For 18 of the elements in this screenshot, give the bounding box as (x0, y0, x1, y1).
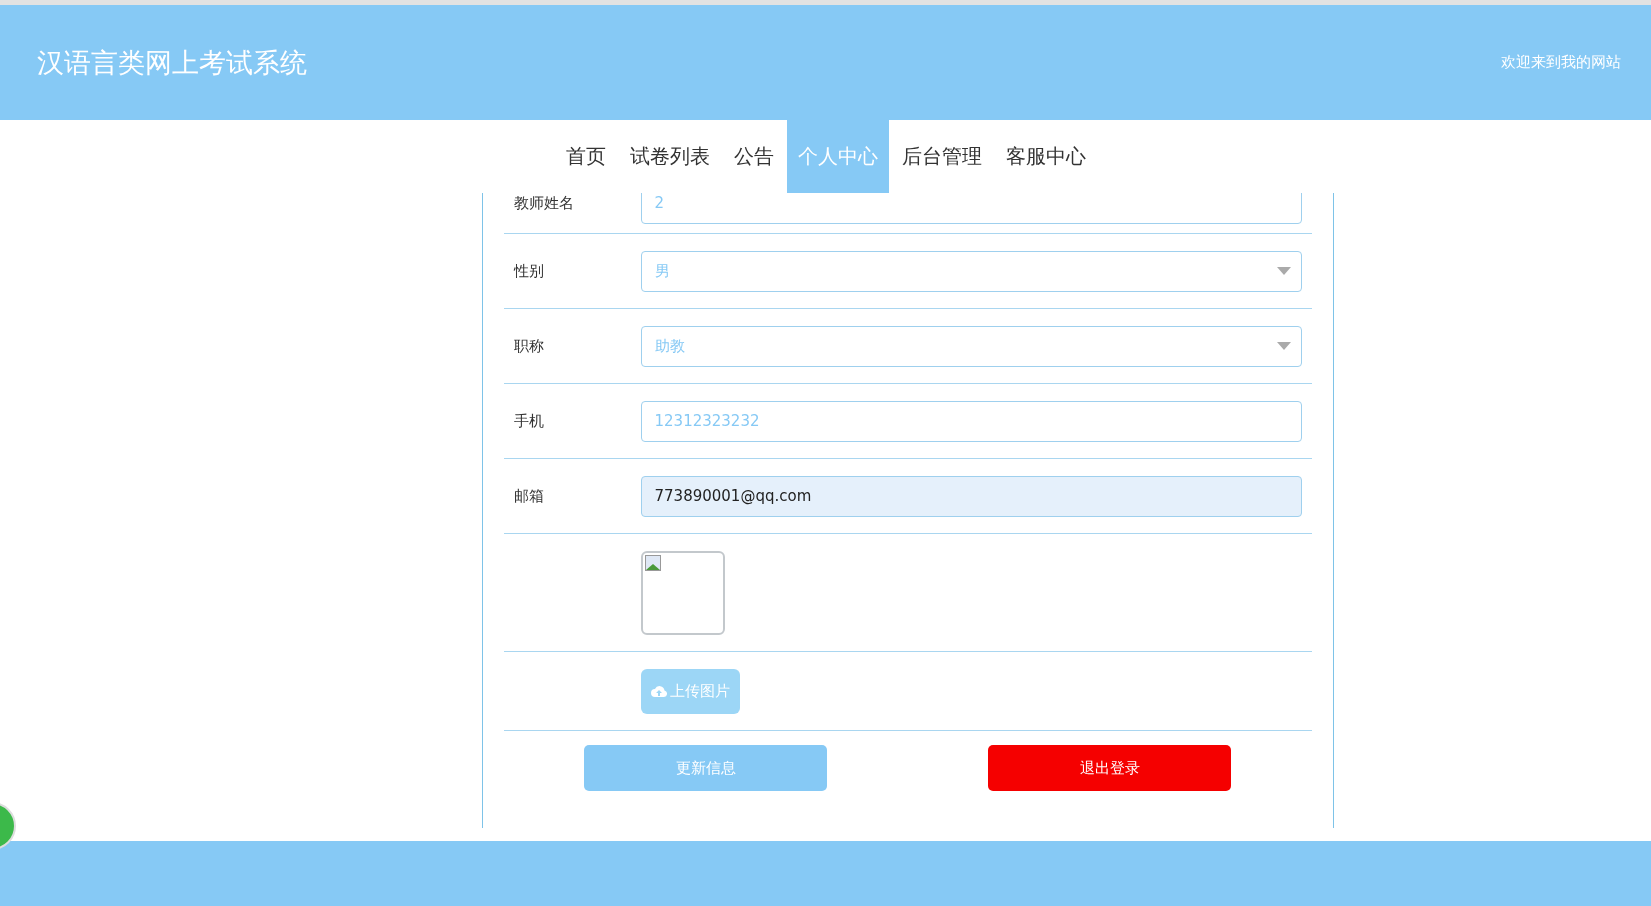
cloud-upload-icon (650, 685, 667, 697)
broken-image-icon (644, 554, 661, 571)
field-label: 性别 (512, 261, 545, 281)
nav-tab[interactable]: 公告 (722, 120, 785, 193)
site-title: 汉语言类网上考试系统 (37, 45, 307, 80)
logout-button[interactable]: 退出登录 (988, 745, 1231, 791)
field-label: 邮箱 (512, 486, 545, 506)
nav-tab[interactable]: 后台管理 (890, 120, 993, 193)
field-label: 职称 (512, 336, 545, 356)
welcome-text: 欢迎来到我的网站 (1501, 53, 1621, 72)
field-label: 教师姓名 (512, 193, 575, 213)
dropdown-caret-icon (1276, 342, 1291, 350)
nav-tab[interactable]: 首页 (554, 120, 617, 193)
nav-tab[interactable]: 客服中心 (994, 120, 1097, 193)
nav-tab[interactable]: 试卷列表 (618, 120, 721, 193)
field-label: 手机 (512, 411, 545, 431)
dropdown-caret-icon (1276, 267, 1291, 275)
input-field[interactable]: 773890001@qq.com (640, 475, 1302, 517)
